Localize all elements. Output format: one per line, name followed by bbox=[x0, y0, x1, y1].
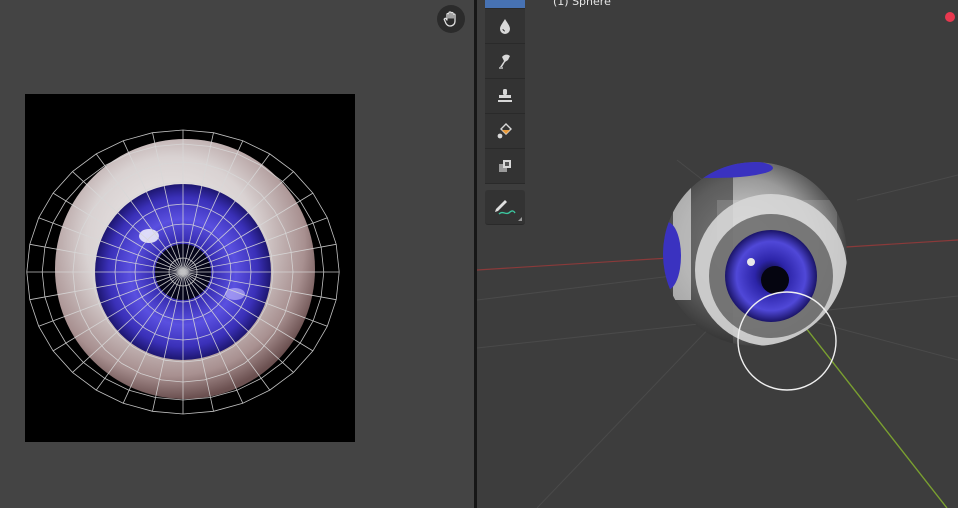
record-indicator[interactable] bbox=[945, 12, 955, 22]
soften-tool[interactable] bbox=[485, 9, 525, 44]
fill-tool[interactable] bbox=[485, 114, 525, 149]
uv-texture-image[interactable] bbox=[25, 94, 355, 442]
pan-view-button[interactable] bbox=[437, 5, 465, 33]
mask-tool[interactable] bbox=[485, 149, 525, 184]
bucket-icon bbox=[497, 123, 512, 139]
viewport-scene bbox=[477, 159, 958, 508]
stamp-icon bbox=[498, 89, 512, 102]
tool-options-corner bbox=[518, 217, 522, 221]
hand-pan-icon bbox=[443, 11, 456, 27]
drop-icon bbox=[500, 19, 510, 34]
pen-curve-icon bbox=[495, 200, 516, 215]
smear-icon bbox=[499, 54, 510, 69]
3d-viewport[interactable]: (1) Sphere bbox=[477, 0, 958, 508]
tool-shelf bbox=[485, 0, 525, 225]
uv-editor-panel[interactable] bbox=[0, 0, 474, 508]
smear-tool[interactable] bbox=[485, 44, 525, 79]
mask-icon bbox=[499, 160, 511, 172]
clone-tool[interactable] bbox=[485, 79, 525, 114]
draw-tool[interactable] bbox=[485, 0, 525, 9]
object-label: (1) Sphere bbox=[553, 0, 611, 8]
eyeball-sphere bbox=[663, 162, 847, 346]
eye-texture-with-uv-mesh bbox=[26, 129, 340, 415]
annotate-tool[interactable] bbox=[485, 190, 525, 225]
